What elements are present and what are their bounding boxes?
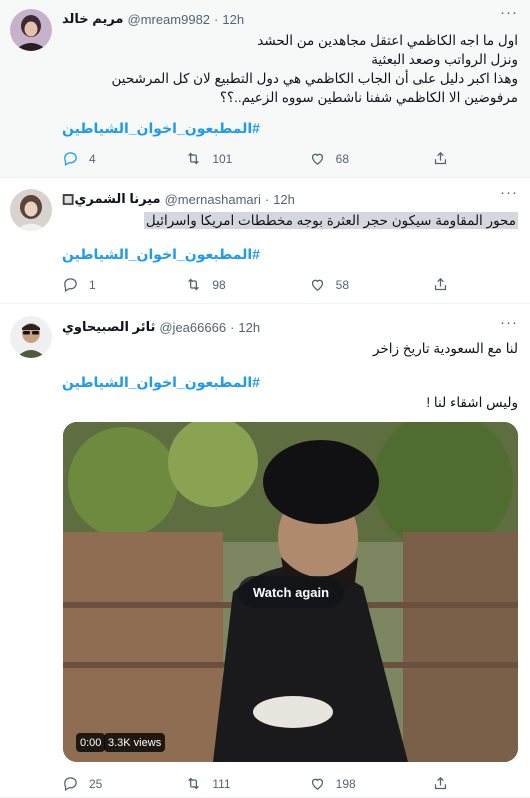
like-icon [311,279,323,291]
tweet[interactable]: مريم خالد @mream9982 · 12h ··· اول ما اج… [0,0,530,178]
avatar[interactable] [10,316,52,358]
tweet-line: وهذا اكبر دليل على أن الجاب الكاظمي هي د… [111,71,519,86]
hashtag-link[interactable]: #المطبعون_اخوان_الشياطين [62,246,518,263]
tweet-text: وليس اشقاء لنا ! [62,393,518,412]
tweet-actions: 25 111 198 [62,775,452,792]
author-name-text: ميرنا الشمري [74,191,161,206]
like-button[interactable]: 58 [309,276,404,293]
share-button[interactable] [432,150,452,167]
timestamp[interactable]: 12h [238,320,260,335]
author-handle[interactable]: @mernashamari [165,192,261,207]
tweet-line: لنا مع السعودية تاريخ زاخر [372,341,518,356]
author-handle[interactable]: @mream9982 [127,12,210,27]
reply-button[interactable]: 25 [62,775,157,792]
share-button[interactable] [432,775,452,792]
like-count: 68 [335,151,350,166]
watch-again-button[interactable]: Watch again [238,576,344,608]
tweet-text: محور المقاومة سيكون حجر العثرة بوجه مخطط… [62,211,518,230]
tweet-actions: 4 101 68 [62,150,452,167]
timestamp[interactable]: 12h [222,12,244,27]
name-emoji: 🔲 [62,195,75,206]
tweet-text: لنا مع السعودية تاريخ زاخر [62,339,518,358]
timestamp[interactable]: 12h [273,192,295,207]
like-icon [311,778,323,790]
reply-icon [64,278,77,293]
share-icon [434,776,447,790]
reply-count: 4 [89,151,96,166]
video-views: 3.3K views [104,733,166,752]
separator-dot: · [230,319,235,335]
author-name[interactable]: 🔲ميرنا الشمري [62,191,161,207]
reply-count: 25 [89,776,103,791]
retweet-button[interactable]: 111 [185,775,280,792]
retweet-icon [188,278,200,291]
separator-dot: · [214,11,219,27]
avatar[interactable] [10,189,52,231]
tweet-line: محور المقاومة سيكون حجر العثرة بوجه مخطط… [143,212,518,229]
tweet-line: اول ما اجه الكاظمي اعتقل مجاهدين من الحش… [257,33,518,48]
retweet-icon [188,152,200,165]
like-button[interactable]: 68 [309,150,404,167]
author-handle[interactable]: @jea66666 [159,320,226,335]
retweet-count: 98 [212,277,226,292]
tweet[interactable]: 🔲ميرنا الشمري @mernashamari · 12h ··· مح… [0,178,530,304]
tweet-header: مريم خالد @mream9982 · 12h [62,11,244,27]
like-icon [311,153,323,165]
hashtag-link[interactable]: #المطبعون_اخوان_الشياطين [62,374,518,391]
more-icon[interactable]: ··· [500,314,518,331]
tweet-line: ونزل الرواتب وصعد البعثية [371,52,518,67]
retweet-count: 101 [212,151,233,166]
retweet-count: 111 [212,776,231,791]
author-name[interactable]: ثائر الصبيحاوي [62,319,155,335]
like-count: 198 [335,776,356,791]
author-name[interactable]: مريم خالد [62,11,123,27]
tweet-header: 🔲ميرنا الشمري @mernashamari · 12h [62,191,295,207]
reply-button[interactable]: 4 [62,150,157,167]
like-button[interactable]: 198 [309,775,404,792]
tweet-header: ثائر الصبيحاوي @jea66666 · 12h [62,319,260,335]
share-button[interactable] [432,276,452,293]
tweet-line: وليس اشقاء لنا ! [426,395,518,410]
hashtag-link[interactable]: #المطبعون_اخوان_الشياطين [62,120,518,137]
more-icon[interactable]: ··· [500,4,518,21]
share-icon [434,277,447,291]
separator-dot: · [264,191,270,207]
retweet-button[interactable]: 98 [185,276,280,293]
tweet-actions: 1 98 58 [62,276,452,293]
reply-icon [64,777,77,792]
retweet-icon [188,777,200,790]
more-icon[interactable]: ··· [500,184,518,201]
reply-count: 1 [89,277,96,292]
avatar[interactable] [10,9,52,51]
share-icon [434,151,447,165]
tweet-text: اول ما اجه الكاظمي اعتقل مجاهدين من الحش… [62,31,519,107]
reply-button[interactable]: 1 [62,276,157,293]
tweet-line: مرفوضين الا الكاظمي شفنا ناشطين سووه الز… [219,90,518,105]
video-duration: 0:00 [76,733,106,752]
like-count: 58 [335,277,350,292]
reply-icon [64,152,77,167]
retweet-button[interactable]: 101 [185,150,280,167]
